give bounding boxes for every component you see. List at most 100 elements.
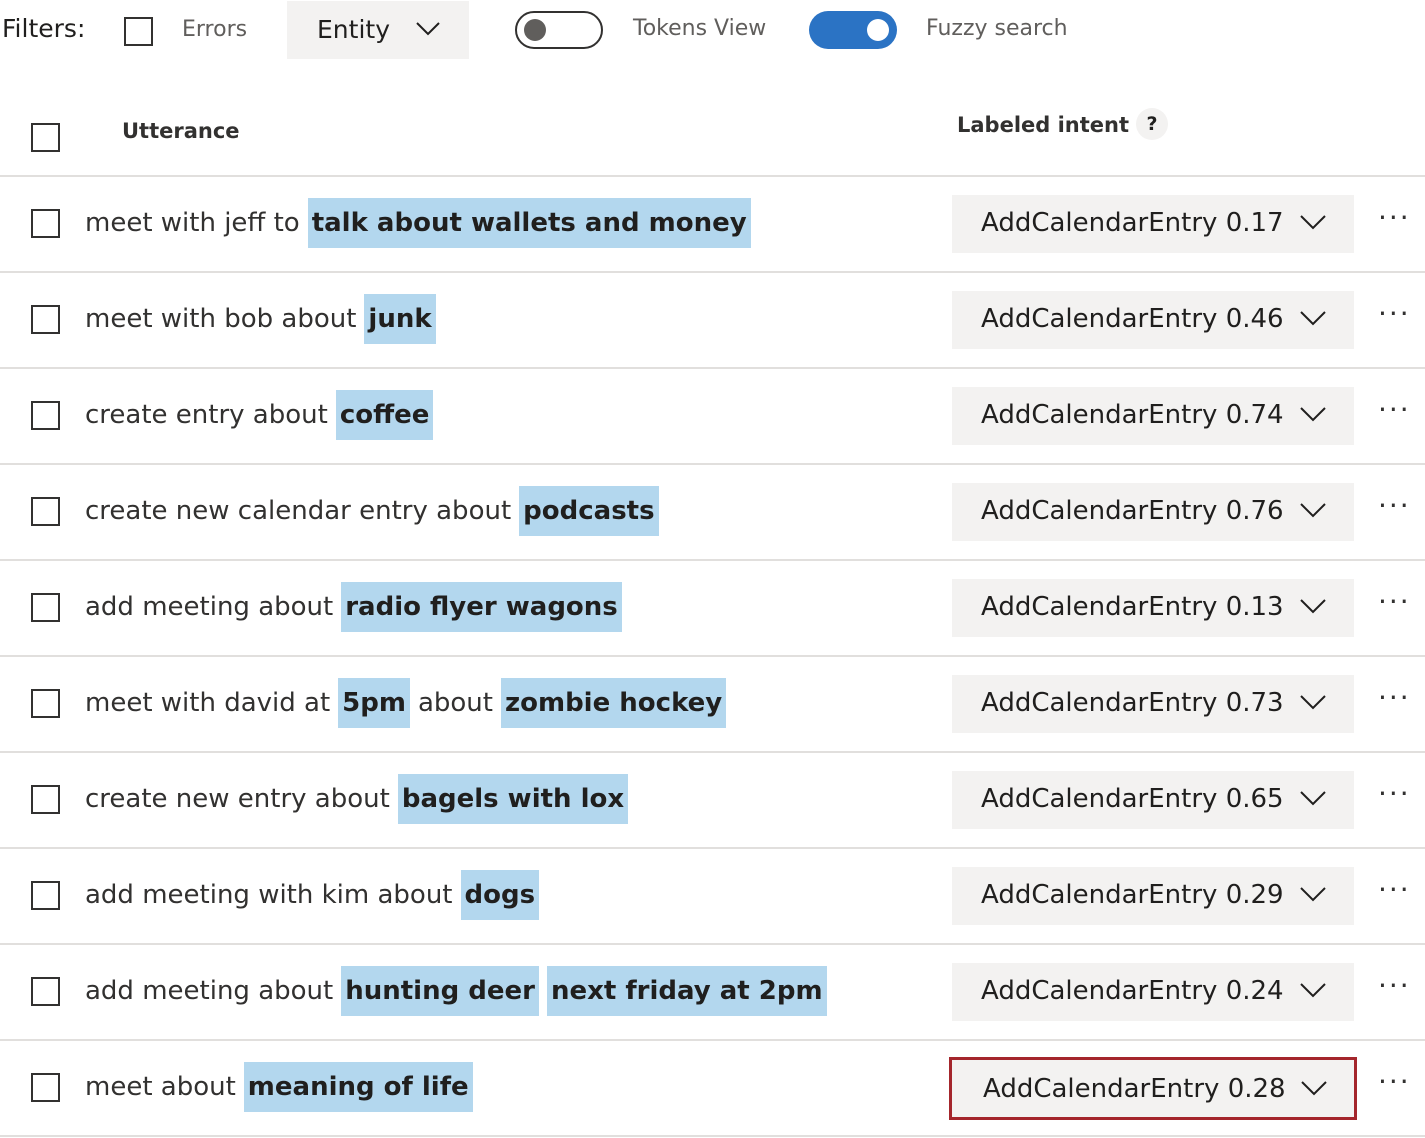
more-options-icon[interactable]: ··· bbox=[1378, 876, 1411, 904]
fuzzy-search-toggle[interactable] bbox=[809, 11, 897, 49]
utterance-text[interactable]: create entry about coffee bbox=[85, 389, 441, 441]
table-row[interactable]: meet with david at 5pm about zombie hockey A… bbox=[0, 657, 1425, 753]
table-header: Utterance Labeled intent ? bbox=[0, 95, 1425, 177]
table-row[interactable]: add meeting with kim about dogs AddCalenda… bbox=[0, 849, 1425, 945]
intent-dropdown[interactable]: AddCalendarEntry 0.76 bbox=[952, 483, 1354, 541]
entity-label[interactable]: radio flyer wagons bbox=[341, 582, 622, 632]
row-checkbox[interactable] bbox=[31, 881, 60, 910]
labeled-intent-column-header[interactable]: Labeled intent bbox=[957, 113, 1129, 137]
intent-value: AddCalendarEntry 0.13 bbox=[981, 592, 1284, 622]
entity-label[interactable]: junk bbox=[364, 294, 436, 344]
utterance-column-header[interactable]: Utterance bbox=[122, 119, 240, 143]
tokens-view-label: Tokens View bbox=[633, 16, 767, 41]
entity-label[interactable]: dogs bbox=[460, 870, 540, 920]
utterance-text[interactable]: create new entry about bagels with lox bbox=[85, 773, 636, 825]
intent-dropdown[interactable]: AddCalendarEntry 0.13 bbox=[952, 579, 1354, 637]
filters-label: Filters: bbox=[2, 14, 86, 43]
utterance-token: meet about bbox=[85, 1072, 236, 1102]
utterance-text[interactable]: add meeting with kim about dogs bbox=[85, 869, 547, 921]
intent-dropdown[interactable]: AddCalendarEntry 0.29 bbox=[952, 867, 1354, 925]
utterance-text[interactable]: meet about meaning of life bbox=[85, 1061, 481, 1113]
more-options-icon[interactable]: ··· bbox=[1378, 588, 1411, 616]
intent-value: AddCalendarEntry 0.24 bbox=[981, 976, 1284, 1006]
tokens-view-toggle[interactable] bbox=[515, 11, 603, 49]
utterance-text[interactable]: add meeting about radio flyer wagons bbox=[85, 581, 630, 633]
more-options-icon[interactable]: ··· bbox=[1378, 204, 1411, 232]
utterance-token: meet with david at bbox=[85, 688, 331, 718]
filter-bar: Filters: Errors Entity Tokens View Fuzzy… bbox=[0, 0, 1425, 62]
more-options-icon[interactable]: ··· bbox=[1378, 780, 1411, 808]
row-checkbox[interactable] bbox=[31, 593, 60, 622]
intent-dropdown[interactable]: AddCalendarEntry 0.73 bbox=[952, 675, 1354, 733]
more-options-icon[interactable]: ··· bbox=[1378, 492, 1411, 520]
more-options-icon[interactable]: ··· bbox=[1378, 300, 1411, 328]
intent-value: AddCalendarEntry 0.29 bbox=[981, 880, 1284, 910]
intent-dropdown[interactable]: AddCalendarEntry 0.65 bbox=[952, 771, 1354, 829]
row-checkbox[interactable] bbox=[31, 209, 60, 238]
intent-value: AddCalendarEntry 0.17 bbox=[981, 208, 1284, 238]
entity-label[interactable]: hunting deer bbox=[341, 966, 539, 1016]
row-checkbox[interactable] bbox=[31, 305, 60, 334]
intent-dropdown[interactable]: AddCalendarEntry 0.24 bbox=[952, 963, 1354, 1021]
intent-value: AddCalendarEntry 0.65 bbox=[981, 784, 1284, 814]
select-all-checkbox[interactable] bbox=[31, 123, 60, 152]
row-checkbox[interactable] bbox=[31, 1073, 60, 1102]
chevron-down-icon bbox=[1300, 311, 1326, 326]
entity-dropdown-label: Entity bbox=[317, 15, 390, 44]
intent-dropdown[interactable]: AddCalendarEntry 0.74 bbox=[952, 387, 1354, 445]
utterance-text[interactable]: meet with bob about junk bbox=[85, 293, 444, 345]
utterance-text[interactable]: meet with jeff to talk about wallets and … bbox=[85, 197, 759, 249]
utterance-text[interactable]: add meeting about hunting deer next friday… bbox=[85, 965, 835, 1017]
entity-label[interactable]: meaning of life bbox=[243, 1062, 473, 1112]
entity-label[interactable]: podcasts bbox=[519, 486, 659, 536]
utterance-token: add meeting about bbox=[85, 592, 334, 622]
intent-value: AddCalendarEntry 0.74 bbox=[981, 400, 1284, 430]
row-checkbox[interactable] bbox=[31, 689, 60, 718]
chevron-down-icon bbox=[1300, 503, 1326, 518]
chevron-down-icon bbox=[1300, 983, 1326, 998]
row-checkbox[interactable] bbox=[31, 977, 60, 1006]
table-row[interactable]: meet with jeff to talk about wallets and … bbox=[0, 177, 1425, 273]
intent-value: AddCalendarEntry 0.46 bbox=[981, 304, 1284, 334]
utterance-text[interactable]: create new calendar entry about podcasts bbox=[85, 485, 667, 537]
intent-value: AddCalendarEntry 0.76 bbox=[981, 496, 1284, 526]
table-row[interactable]: meet about meaning of life AddCalendarEntr… bbox=[0, 1041, 1425, 1137]
utterance-token: create new entry about bbox=[85, 784, 390, 814]
table-row[interactable]: add meeting about hunting deer next friday… bbox=[0, 945, 1425, 1041]
more-options-icon[interactable]: ··· bbox=[1378, 1068, 1411, 1096]
help-icon[interactable]: ? bbox=[1136, 108, 1168, 140]
utterance-token: about bbox=[417, 688, 493, 718]
toggle-knob bbox=[524, 19, 546, 41]
entity-label[interactable]: bagels with lox bbox=[397, 774, 629, 824]
table-row[interactable]: create new entry about bagels with lox Add… bbox=[0, 753, 1425, 849]
errors-label: Errors bbox=[182, 17, 248, 42]
row-checkbox[interactable] bbox=[31, 401, 60, 430]
chevron-down-icon bbox=[1300, 791, 1326, 806]
row-checkbox[interactable] bbox=[31, 497, 60, 526]
errors-checkbox[interactable] bbox=[124, 17, 153, 46]
chevron-down-icon bbox=[1300, 407, 1326, 422]
more-options-icon[interactable]: ··· bbox=[1378, 972, 1411, 1000]
intent-dropdown[interactable]: AddCalendarEntry 0.46 bbox=[952, 291, 1354, 349]
toggle-knob bbox=[867, 19, 889, 41]
entity-label[interactable]: 5pm bbox=[338, 678, 410, 728]
intent-dropdown[interactable]: AddCalendarEntry 0.17 bbox=[952, 195, 1354, 253]
table-row[interactable]: add meeting about radio flyer wagons AddCa… bbox=[0, 561, 1425, 657]
more-options-icon[interactable]: ··· bbox=[1378, 396, 1411, 424]
entity-label[interactable]: talk about wallets and money bbox=[307, 198, 751, 248]
utterance-token: create new calendar entry about bbox=[85, 496, 512, 526]
row-checkbox[interactable] bbox=[31, 785, 60, 814]
table-row[interactable]: create entry about coffee AddCalendarEntry… bbox=[0, 369, 1425, 465]
more-options-icon[interactable]: ··· bbox=[1378, 684, 1411, 712]
utterance-token: add meeting about bbox=[85, 976, 334, 1006]
intent-dropdown[interactable]: AddCalendarEntry 0.28 bbox=[949, 1057, 1357, 1120]
utterance-text[interactable]: meet with david at 5pm about zombie hockey bbox=[85, 677, 734, 729]
entity-label[interactable]: coffee bbox=[335, 390, 434, 440]
entity-label[interactable]: zombie hockey bbox=[500, 678, 727, 728]
entity-dropdown[interactable]: Entity bbox=[287, 1, 469, 59]
table-row[interactable]: create new calendar entry about podcasts A… bbox=[0, 465, 1425, 561]
chevron-down-icon bbox=[1300, 695, 1326, 710]
entity-label[interactable]: next friday at 2pm bbox=[546, 966, 827, 1016]
fuzzy-search-label: Fuzzy search bbox=[926, 16, 1068, 41]
table-row[interactable]: meet with bob about junk AddCalendarEntry … bbox=[0, 273, 1425, 369]
